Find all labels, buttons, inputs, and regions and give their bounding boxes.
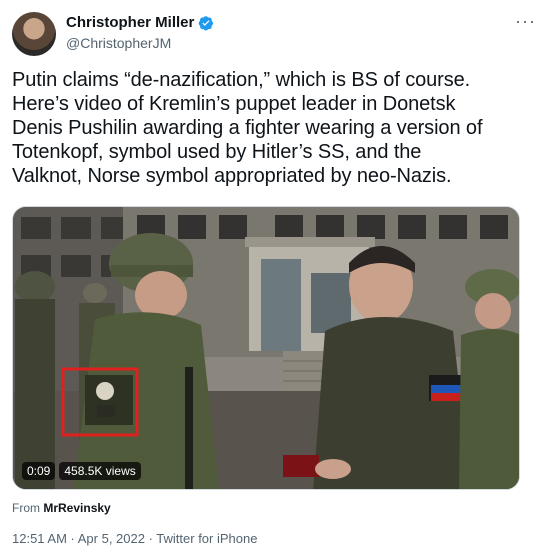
verified-badge-icon bbox=[199, 15, 214, 30]
video-player[interactable] bbox=[12, 206, 520, 490]
media-source-attribution: From MrRevinsky bbox=[12, 501, 111, 515]
author-handle[interactable]: @ChristopherJM bbox=[66, 35, 171, 51]
video-frame bbox=[13, 207, 519, 489]
tweet-timestamp[interactable]: 12:51 AM · Apr 5, 2022 · Twitter for iPh… bbox=[12, 531, 257, 546]
author-display-name[interactable]: Christopher Miller bbox=[66, 14, 194, 31]
author-avatar[interactable] bbox=[12, 12, 56, 56]
source-prefix: From bbox=[12, 501, 40, 515]
source-account-link[interactable]: MrRevinsky bbox=[43, 501, 110, 515]
author-name-row[interactable]: Christopher Miller bbox=[66, 14, 214, 31]
tweet-text: Putin claims “de-nazification,” which is… bbox=[12, 69, 483, 187]
video-duration: 0:09 bbox=[22, 462, 56, 480]
video-views: 458.5K views bbox=[59, 462, 141, 480]
ellipsis-icon[interactable]: ··· bbox=[515, 12, 536, 30]
video-overlay: 0:09 458.5K views bbox=[22, 462, 141, 480]
